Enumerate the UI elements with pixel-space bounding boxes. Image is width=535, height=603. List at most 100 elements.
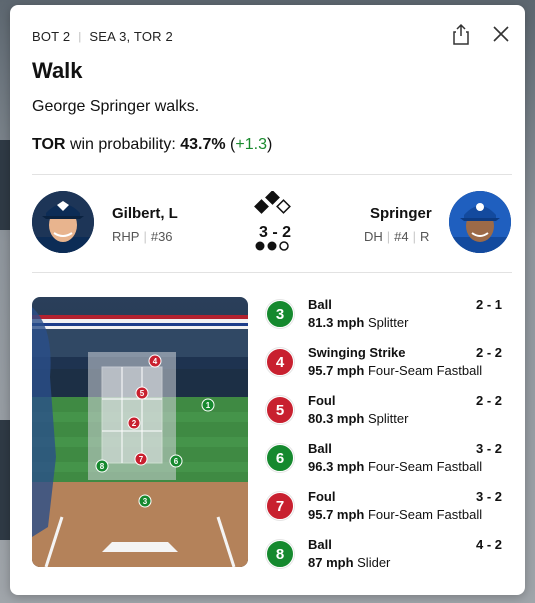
zone-marker-label: 8	[100, 462, 105, 471]
strike-zone-view: 1 2 3 4 5 6 7 8	[32, 297, 248, 567]
pitch-count: 3 - 2	[475, 489, 502, 504]
backdrop-panel	[0, 140, 10, 230]
pitch-details: 96.3 mph Four-Seam Fastball	[308, 459, 482, 474]
outs-indicator	[255, 241, 289, 251]
pitch-type: Four-Seam Fastball	[367, 507, 483, 522]
pitch-row[interactable]: 3 Ball 2 - 1 81.3 mph Splitter	[266, 295, 506, 343]
pitch-list: 3 Ball 2 - 1 81.3 mph Splitter 4 Swinging Str…	[266, 295, 506, 583]
out-dot	[255, 241, 265, 251]
pitch-speed: 80.3 mph	[308, 411, 365, 426]
pitch-result: Foul	[308, 489, 336, 504]
pitch-row[interactable]: 4 Swinging Strike 2 - 2 95.7 mph Four-Seam …	[266, 343, 506, 391]
info-divider: |	[412, 229, 417, 244]
pitch-details: 87 mph Slider	[308, 555, 390, 570]
pitch-count: 2 - 2	[475, 345, 502, 360]
zone-pitch-marker: 7	[134, 452, 148, 466]
pitch-details: 80.3 mph Splitter	[308, 411, 408, 426]
batter-avatar	[449, 191, 511, 253]
batter-number: #4	[394, 229, 409, 244]
zone-marker-label: 7	[139, 455, 144, 464]
pitch-result: Foul	[308, 393, 336, 408]
pitch-row[interactable]: 8 Ball 4 - 2 87 mph Slider	[266, 535, 506, 583]
pitch-type: Splitter	[367, 411, 409, 426]
pitch-count: 4 - 2	[475, 537, 502, 552]
pitch-row[interactable]: 7 Foul 3 - 2 95.7 mph Four-Seam Fastball	[266, 487, 506, 535]
divider	[32, 174, 512, 175]
info-divider: |	[386, 229, 391, 244]
pitch-speed: 87 mph	[308, 555, 354, 570]
pitch-number-badge: 5	[266, 396, 294, 424]
batter-info: DH | #4 | R	[364, 229, 429, 244]
zone-marker-label: 1	[206, 401, 211, 410]
pitch-speed: 95.7 mph	[308, 363, 365, 378]
pitch-result: Ball	[308, 297, 332, 312]
pitch-count: 3 - 2	[475, 441, 502, 456]
pitch-row[interactable]: 6 Ball 3 - 2 96.3 mph Four-Seam Fastball	[266, 439, 506, 487]
first-base	[276, 199, 291, 214]
wp-team: TOR	[32, 136, 66, 153]
batter-bats: R	[420, 229, 430, 244]
pitch-type: Splitter	[367, 315, 409, 330]
pitch-number-badge: 8	[266, 540, 294, 568]
pitcher-name: Gilbert, L	[112, 205, 178, 222]
pitch-result: Ball	[308, 537, 332, 552]
play-title: Walk	[32, 58, 83, 83]
zone-pitch-marker: 2	[127, 416, 141, 430]
wp-value: 43.7%	[180, 136, 226, 153]
pitch-type: Four-Seam Fastball	[367, 459, 483, 474]
info-divider: |	[143, 229, 147, 244]
zone-pitch-marker: 5	[135, 386, 149, 400]
zone-pitch-marker: 8	[95, 459, 109, 473]
pitch-result: Ball	[308, 441, 332, 456]
wp-delta: +1.3	[235, 136, 267, 153]
zone-pitch-marker: 3	[138, 494, 152, 508]
out-dot	[267, 241, 277, 251]
pitch-details: 95.7 mph Four-Seam Fastball	[308, 363, 482, 378]
close-icon[interactable]	[492, 25, 510, 43]
share-icon[interactable]	[452, 23, 470, 45]
pitcher-info: RHP | #36	[112, 229, 173, 244]
play-description: George Springer walks.	[32, 98, 200, 115]
play-detail-card: BOT 2 | SEA 3, TOR 2 Walk George Springe…	[10, 5, 525, 595]
pitch-details: 95.7 mph Four-Seam Fastball	[308, 507, 482, 522]
zone-marker-label: 4	[153, 357, 158, 366]
pitch-number-badge: 7	[266, 492, 294, 520]
zone-pitch-marker: 1	[201, 398, 215, 412]
pitcher-number: #36	[150, 229, 173, 244]
stadium-image: 1 2 3 4 5 6 7 8	[32, 297, 248, 567]
zone-marker-label: 2	[132, 419, 137, 428]
pitch-row[interactable]: 5 Foul 2 - 2 80.3 mph Splitter	[266, 391, 506, 439]
pitch-type: Four-Seam Fastball	[367, 363, 483, 378]
bases-diamond	[254, 191, 291, 214]
game-situation-header: BOT 2 | SEA 3, TOR 2	[32, 29, 173, 44]
inning-label: BOT 2	[32, 29, 71, 44]
wp-close-paren: )	[266, 136, 273, 153]
win-probability: TOR win probability: 43.7% (+1.3)	[32, 136, 272, 154]
pitcher-avatar	[32, 191, 94, 253]
pitch-speed: 95.7 mph	[308, 507, 365, 522]
third-base	[254, 199, 269, 214]
pitch-number-badge: 4	[266, 348, 294, 376]
batter-name: Springer	[370, 205, 432, 222]
pitcher-hand: RHP	[112, 229, 140, 244]
pitch-speed: 96.3 mph	[308, 459, 365, 474]
pitch-number-badge: 6	[266, 444, 294, 472]
pitch-details: 81.3 mph Splitter	[308, 315, 408, 330]
pitch-result: Swinging Strike	[308, 345, 406, 360]
zone-marker-label: 3	[143, 497, 148, 506]
backdrop-panel	[0, 420, 10, 540]
pitch-count: 2 - 2	[475, 393, 502, 408]
zone-pitch-marker: 4	[148, 354, 162, 368]
header-divider: |	[78, 30, 82, 43]
out-dot	[279, 241, 289, 251]
pitch-type: Slider	[357, 555, 391, 570]
pitch-number-badge: 3	[266, 300, 294, 328]
score-label: SEA 3, TOR 2	[89, 29, 173, 44]
wp-label: win probability:	[69, 136, 176, 153]
zone-marker-label: 5	[140, 389, 145, 398]
zone-pitch-marker: 6	[169, 454, 183, 468]
second-base	[265, 191, 280, 205]
pitch-speed: 81.3 mph	[308, 315, 365, 330]
zone-marker-label: 6	[174, 457, 179, 466]
divider	[32, 272, 512, 273]
